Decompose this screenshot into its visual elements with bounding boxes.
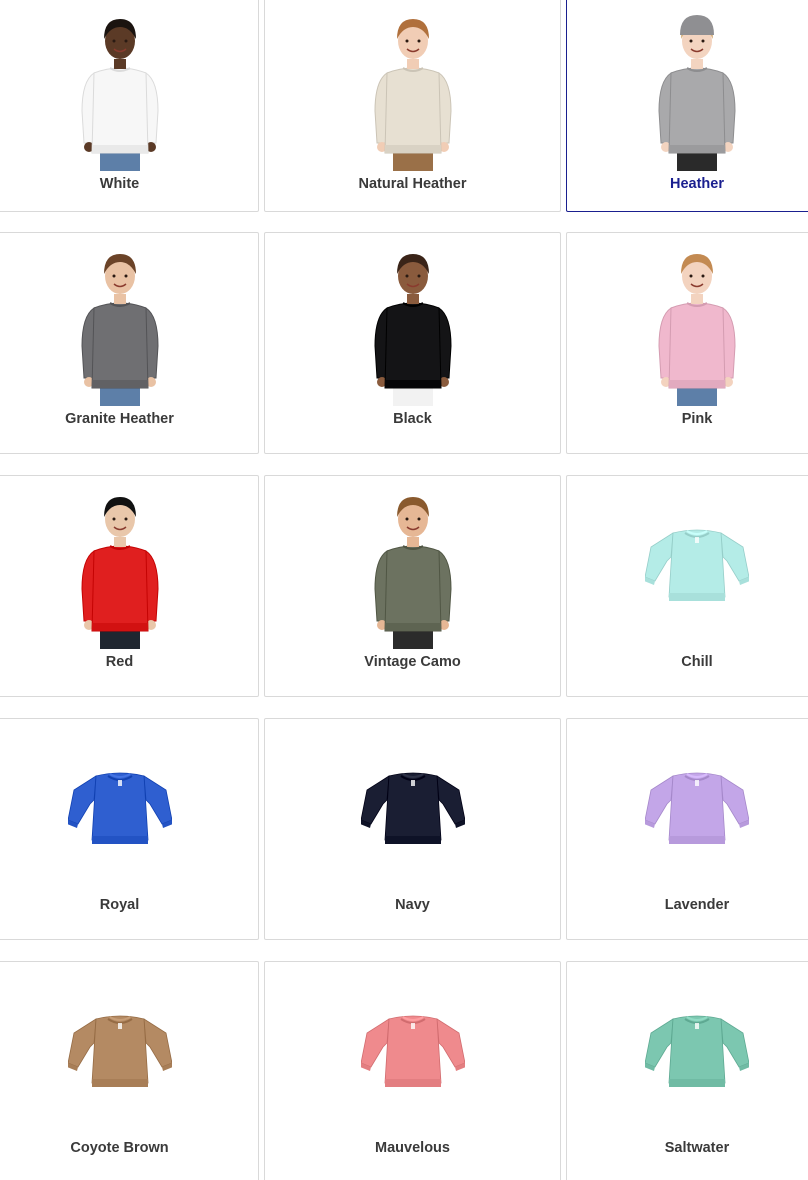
color-label: Red — [105, 654, 134, 670]
color-option-black[interactable]: Black — [264, 232, 561, 454]
color-option-coyote-brown[interactable]: Coyote Brown — [0, 961, 259, 1180]
sweatshirt-photo — [644, 770, 750, 853]
color-label: Mauvelous — [375, 1140, 450, 1156]
color-label: Coyote Brown — [70, 1140, 169, 1156]
color-label: Black — [393, 411, 432, 427]
color-label: Natural Heather — [358, 176, 467, 192]
color-option-lavender[interactable]: Lavender — [566, 718, 808, 940]
color-label: Lavender — [664, 897, 730, 913]
color-option-chill[interactable]: Chill — [566, 475, 808, 697]
sweatshirt-photo — [644, 527, 750, 610]
color-label: Navy — [395, 897, 430, 913]
child-model-photo — [647, 11, 747, 176]
child-model-photo — [70, 489, 170, 654]
sweatshirt-photo — [644, 1013, 750, 1096]
sweatshirt-photo — [66, 1013, 173, 1096]
color-swatch-grid: White Natural Heather Heather Granite Heath… — [0, 0, 808, 1180]
child-model-photo — [363, 246, 463, 411]
color-label: Saltwater — [664, 1140, 730, 1156]
child-model-photo — [647, 246, 747, 411]
color-label: Chill — [681, 654, 713, 670]
color-option-granite-heather[interactable]: Granite Heather — [0, 232, 259, 454]
sweatshirt-photo — [66, 770, 173, 853]
color-option-natural-heather[interactable]: Natural Heather — [264, 0, 561, 212]
color-label: White — [99, 176, 140, 192]
color-option-mauvelous[interactable]: Mauvelous — [264, 961, 561, 1180]
color-option-vintage-camo[interactable]: Vintage Camo — [264, 475, 561, 697]
color-option-red[interactable]: Red — [0, 475, 259, 697]
color-option-navy[interactable]: Navy — [264, 718, 561, 940]
color-label: Vintage Camo — [364, 654, 461, 670]
child-model-photo — [70, 246, 170, 411]
color-option-royal[interactable]: Royal — [0, 718, 259, 940]
child-model-photo — [363, 11, 463, 176]
color-label: Royal — [99, 897, 140, 913]
color-option-white[interactable]: White — [0, 0, 259, 212]
color-label: Heather — [670, 176, 724, 192]
sweatshirt-photo — [359, 1013, 466, 1096]
color-label: Granite Heather — [65, 411, 174, 427]
color-label: Pink — [681, 411, 713, 427]
color-option-heather[interactable]: Heather — [566, 0, 808, 212]
color-option-saltwater[interactable]: Saltwater — [566, 961, 808, 1180]
child-model-photo — [70, 11, 170, 176]
sweatshirt-photo — [359, 770, 466, 853]
color-option-pink[interactable]: Pink — [566, 232, 808, 454]
child-model-photo — [363, 489, 463, 654]
